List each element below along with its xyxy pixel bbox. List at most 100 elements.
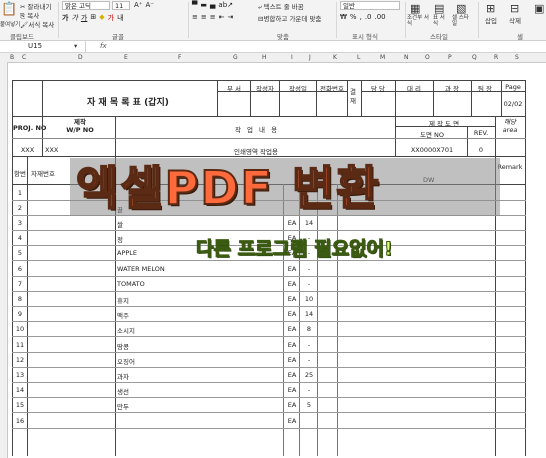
row-no-cell[interactable]: 7 xyxy=(13,280,27,288)
format-as-table-button[interactable]: 표 서식 xyxy=(433,15,447,27)
col-header[interactable]: C xyxy=(22,53,26,62)
item-name-cell[interactable]: 땅콩 xyxy=(117,341,129,351)
row-no-cell[interactable]: 13 xyxy=(13,371,27,379)
paste-button[interactable]: 붙여넣기 xyxy=(0,20,20,28)
unit-cell[interactable]: EA xyxy=(285,280,299,288)
col-header[interactable]: I xyxy=(291,53,293,62)
conditional-format-button[interactable]: 조건부 서식 xyxy=(407,15,429,27)
col-header[interactable]: M xyxy=(380,53,385,62)
format-icon[interactable]: ▣ xyxy=(534,2,544,15)
table-row[interactable]: 13 과자 EA 25 xyxy=(12,367,526,384)
row-no-cell[interactable]: 8 xyxy=(13,295,27,303)
cell-styles-icon[interactable]: ▧ xyxy=(456,2,466,15)
cell-styles-button[interactable]: 셀 스타일 xyxy=(452,15,472,27)
unit-cell[interactable]: EA xyxy=(285,417,299,425)
item-name-cell[interactable]: 정 xyxy=(117,234,123,244)
col-header[interactable]: H xyxy=(262,53,267,62)
orientation-icon[interactable]: ab↗ xyxy=(218,1,233,9)
unit-cell[interactable]: EA xyxy=(285,295,299,303)
row-no-cell[interactable]: 16 xyxy=(13,417,27,425)
item-name-cell[interactable]: 오징어 xyxy=(117,356,135,366)
unit-cell[interactable]: EA xyxy=(285,401,299,409)
underline-icon[interactable]: 가 xyxy=(81,13,87,23)
row-no-cell[interactable]: 11 xyxy=(13,341,27,349)
table-row[interactable]: 16 EA xyxy=(12,413,526,429)
number-format-select[interactable]: 일반 xyxy=(340,1,400,10)
fill-color-icon[interactable]: ◆ xyxy=(99,13,104,23)
delete-button[interactable]: 삭제 xyxy=(509,15,521,25)
align-middle-icon[interactable]: ▬ xyxy=(200,1,207,9)
merge-center-button[interactable]: ⊟병합하고 가운데 맞춤 xyxy=(258,13,321,23)
unit-cell[interactable]: EA xyxy=(285,219,299,227)
col-header[interactable]: D xyxy=(78,53,83,62)
item-name-cell[interactable]: 과자 xyxy=(117,371,129,381)
border-icon[interactable]: ⊞ xyxy=(90,13,96,23)
col-header[interactable]: N xyxy=(404,53,409,62)
row-no-cell[interactable]: 15 xyxy=(13,401,27,409)
unit-cell[interactable]: EA xyxy=(285,386,299,394)
item-name-cell[interactable]: WATER MELON xyxy=(117,265,165,273)
item-name-cell[interactable]: APPLE xyxy=(117,249,137,257)
col-header[interactable]: G xyxy=(233,53,238,62)
qty-cell[interactable]: 10 xyxy=(302,295,316,303)
align-right-icon[interactable]: ≡ xyxy=(210,13,216,21)
item-name-cell[interactable]: 쌀 xyxy=(117,219,123,229)
item-name-cell[interactable]: 만두 xyxy=(117,401,129,411)
unit-cell[interactable]: EA xyxy=(285,341,299,349)
conditional-format-icon[interactable]: ▦ xyxy=(410,2,420,15)
align-bottom-icon[interactable]: ▄ xyxy=(210,1,215,9)
align-center-icon[interactable]: ≡ xyxy=(201,13,207,21)
col-header[interactable]: P xyxy=(448,53,452,62)
indent-decrease-icon[interactable]: ⇤ xyxy=(219,13,225,21)
indent-increase-icon[interactable]: ⇥ xyxy=(228,13,234,21)
qty-cell[interactable]: 25 xyxy=(302,371,316,379)
table-row[interactable]: 15 만두 EA 5 xyxy=(12,398,526,414)
qty-cell[interactable]: 14 xyxy=(302,219,316,227)
table-row[interactable]: 6 WATER MELON EA - xyxy=(12,261,526,277)
table-row[interactable]: 14 생선 EA - xyxy=(12,383,526,399)
wrap-text-button[interactable]: ⤶ 텍스트 줄 바꿈 xyxy=(258,1,304,12)
name-box-dropdown-icon[interactable]: ▾ xyxy=(74,42,77,50)
rev-value[interactable]: 0 xyxy=(468,146,494,154)
row-no-cell[interactable]: 9 xyxy=(13,310,27,318)
row-no-cell[interactable]: 2 xyxy=(13,204,27,212)
row-no-cell[interactable]: 3 xyxy=(13,219,27,227)
table-row[interactable]: 11 땅콩 EA - xyxy=(12,337,526,353)
table-row[interactable]: 10 소시지 EA 8 xyxy=(12,322,526,338)
phonetic-icon[interactable]: 내 xyxy=(117,13,123,23)
col-header[interactable]: Q xyxy=(472,53,477,62)
drawing-no-value[interactable]: XX0000X701 xyxy=(397,146,467,154)
col-header[interactable]: R xyxy=(494,53,498,62)
font-name-select[interactable]: 맑은 고딕 xyxy=(62,1,110,10)
table-row[interactable]: 7 TOMATO EA - xyxy=(12,276,526,292)
grow-font-icon[interactable]: A⁺ xyxy=(134,1,142,9)
item-name-cell[interactable]: 생선 xyxy=(117,386,129,396)
unit-cell[interactable]: EA xyxy=(285,310,299,318)
col-header[interactable]: S xyxy=(515,53,519,62)
shrink-font-icon[interactable]: A⁻ xyxy=(145,1,153,9)
insert-icon[interactable]: ⊞ xyxy=(486,2,495,15)
item-name-cell[interactable]: 소시지 xyxy=(117,325,135,335)
row-no-cell[interactable]: 5 xyxy=(13,249,27,257)
item-name-cell[interactable]: TOMATO xyxy=(117,280,145,288)
currency-icon[interactable]: ₩ xyxy=(340,13,347,21)
table-row[interactable]: 9 맥주 EA 14 xyxy=(12,307,526,323)
qty-cell[interactable]: 14 xyxy=(302,310,316,318)
align-left-icon[interactable]: ≡ xyxy=(192,13,198,21)
row-no-cell[interactable]: 10 xyxy=(13,325,27,333)
col-header[interactable]: B xyxy=(10,53,14,62)
align-top-icon[interactable]: ▀ xyxy=(192,1,197,9)
fx-label[interactable]: fx xyxy=(100,41,107,52)
qty-cell[interactable]: 5 xyxy=(302,401,316,409)
insert-button[interactable]: 삽입 xyxy=(485,15,497,25)
col-header[interactable]: L xyxy=(357,53,360,62)
decrease-decimal-icon[interactable]: .00 xyxy=(375,13,386,21)
row-no-cell[interactable]: 4 xyxy=(13,234,27,242)
unit-cell[interactable]: EA xyxy=(285,265,299,273)
table-row[interactable]: 12 오징어 EA - xyxy=(12,352,526,368)
qty-cell[interactable]: - xyxy=(302,386,316,394)
unit-cell[interactable]: EA xyxy=(285,371,299,379)
col-header[interactable]: K xyxy=(333,53,337,62)
row-no-cell[interactable]: 1 xyxy=(13,189,27,197)
qty-cell[interactable]: - xyxy=(302,265,316,273)
